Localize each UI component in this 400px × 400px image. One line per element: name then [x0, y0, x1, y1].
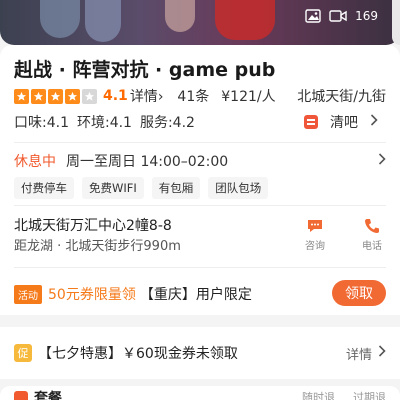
- chevron-right-icon: [370, 114, 378, 130]
- rating-detail-link[interactable]: 详情›: [130, 86, 164, 106]
- rating-score: 4.1: [103, 88, 128, 104]
- photo-figure: [85, 0, 121, 42]
- photo-figure: [165, 0, 195, 32]
- coupon-condition: 【重庆】用户限定: [139, 287, 252, 303]
- media-count: 169: [355, 9, 378, 23]
- media-counter[interactable]: 169: [305, 5, 378, 27]
- star-icon: [48, 88, 63, 104]
- divider: [14, 205, 386, 206]
- hours-text: 周一至周日 14:00–02:00: [66, 154, 229, 170]
- promo-badge: 促: [14, 344, 32, 362]
- status-badge: 休息中: [14, 154, 56, 170]
- package-title-text: 套餐: [34, 391, 62, 400]
- coupon-amount: 50元券限量领: [48, 287, 136, 303]
- divider: [14, 142, 386, 143]
- promo-detail-label: 详情: [345, 347, 372, 363]
- star-icon: [14, 88, 29, 104]
- video-icon: [329, 9, 347, 23]
- refund-expired-tag: 过期退: [353, 391, 386, 400]
- facility-tag: 有包厢: [151, 177, 201, 199]
- refund-anytime-tag: 随时退: [302, 391, 335, 400]
- next-photo-edge: [392, 0, 400, 45]
- chevron-right-icon: [378, 345, 386, 361]
- avg-price: ¥121/人: [221, 89, 276, 105]
- package-card: 套餐 随时退 过期退: [0, 386, 400, 400]
- rating-row: 4.1 详情› 41条 ¥121/人 北城天街/九街: [14, 86, 386, 106]
- package-tags: 随时退 过期退: [302, 389, 386, 400]
- shop-photo-banner[interactable]: 169: [0, 0, 400, 45]
- photo-figure: [40, 0, 80, 38]
- sub-scores-row: 口味:4.1 环境:4.1 服务:4.2 清吧: [14, 112, 386, 132]
- promo-card[interactable]: 促 【七夕特惠】￥60现金券未领取 详情: [0, 327, 400, 379]
- star-icon: [65, 88, 80, 104]
- image-icon: [305, 9, 321, 23]
- photo-figure: [215, 0, 275, 40]
- consult-button[interactable]: 咨询: [295, 217, 335, 252]
- category-label: 清吧: [330, 115, 358, 131]
- promo-row: 促 【七夕特惠】￥60现金券未领取 详情: [14, 343, 386, 363]
- star-rating: [14, 88, 97, 104]
- facility-tag: 免费WIFI: [82, 177, 144, 199]
- activity-badge: 活动: [14, 284, 42, 304]
- category-link[interactable]: 清吧: [304, 112, 386, 132]
- star-empty-icon: [82, 88, 97, 104]
- shop-region[interactable]: 北城天街/九街: [297, 86, 386, 106]
- service-score: 服务:4.2: [139, 115, 195, 131]
- consult-label: 咨询: [305, 241, 325, 252]
- bar-category-icon: [304, 115, 318, 129]
- divider: [14, 267, 386, 268]
- star-icon: [31, 88, 46, 104]
- facility-tag: 团队包场: [208, 177, 269, 199]
- shop-address[interactable]: 北城天街万汇中心2幢8-8: [14, 215, 172, 235]
- package-title: 套餐: [14, 388, 62, 400]
- facility-tag: 付费停车: [14, 177, 74, 199]
- chat-icon: [295, 217, 335, 235]
- review-count[interactable]: 41条: [177, 86, 209, 106]
- shop-distance: 距龙湖 · 北城天街步行990m: [14, 239, 181, 254]
- promo-text: 【七夕特惠】￥60现金券未领取: [38, 346, 238, 362]
- claim-coupon-button[interactable]: 领取: [332, 280, 386, 306]
- phone-icon: [352, 217, 392, 235]
- facility-tags: 付费停车 免费WIFI 有包厢 团队包场: [14, 177, 269, 199]
- chevron-right-icon: [378, 153, 386, 169]
- environment-score: 环境:4.1: [76, 115, 132, 131]
- package-icon: [14, 391, 28, 400]
- phone-button[interactable]: 电话: [352, 217, 392, 252]
- business-hours-row[interactable]: 休息中 周一至周日 14:00–02:00: [14, 151, 386, 171]
- shop-title: 赳战 · 阵营对抗 · game pub: [14, 59, 276, 81]
- taste-score: 口味:4.1: [14, 115, 69, 131]
- phone-label: 电话: [362, 241, 382, 252]
- shop-info-card: 赳战 · 阵营对抗 · game pub 4.1 详情› 41条 ¥121/人 …: [0, 45, 400, 315]
- promo-detail-link[interactable]: 详情: [346, 344, 386, 363]
- coupon-row: 活动 50元券限量领 【重庆】用户限定 领取: [14, 280, 386, 307]
